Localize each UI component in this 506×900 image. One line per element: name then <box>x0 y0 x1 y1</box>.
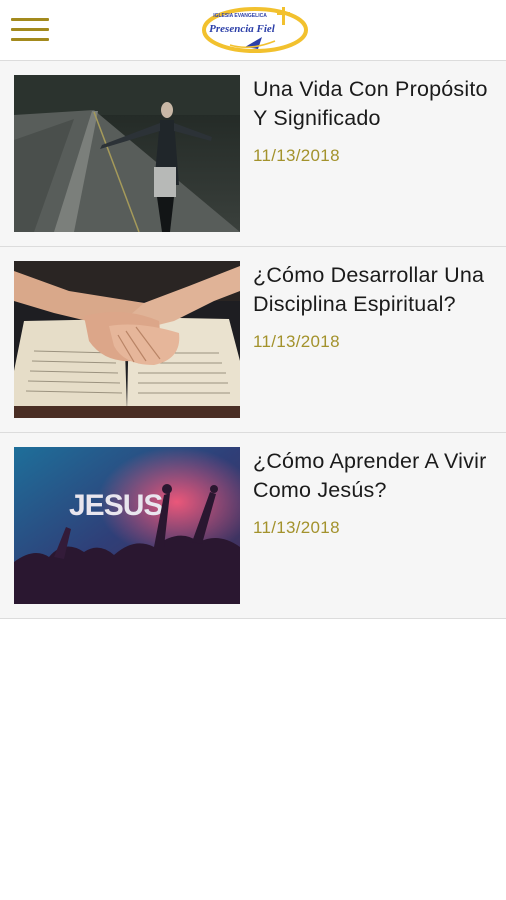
list-item[interactable]: Una Vida Con Propósito Y Significado 11/… <box>0 61 506 247</box>
post-date: 11/13/2018 <box>253 518 340 537</box>
app-bar: IGLESIA EVANGELICA Presencia Fiel <box>0 0 506 61</box>
post-date: 11/13/2018 <box>253 332 340 351</box>
post-thumbnail[interactable] <box>14 75 240 232</box>
hamburger-menu-icon[interactable] <box>11 16 49 44</box>
logo-main-text: Presencia Fiel <box>209 23 276 35</box>
post-thumbnail[interactable] <box>14 261 240 418</box>
logo-top-text: IGLESIA EVANGELICA <box>213 13 267 19</box>
list-item[interactable]: ¿Cómo Desarrollar Una Disciplina Espirit… <box>0 247 506 433</box>
post-list: Una Vida Con Propósito Y Significado 11/… <box>0 61 506 619</box>
post-thumbnail[interactable]: JESUS <box>14 447 240 604</box>
jesus-sign-text: JESUS <box>69 489 162 522</box>
list-item[interactable]: JESUS ¿Cómo Aprender A Vivir Como Jesús?… <box>0 433 506 619</box>
post-title[interactable]: ¿Cómo Aprender A Vivir Como Jesús? 11/13… <box>253 447 493 542</box>
church-logo[interactable]: IGLESIA EVANGELICA Presencia Fiel <box>200 3 310 57</box>
post-title[interactable]: Una Vida Con Propósito Y Significado 11/… <box>253 75 493 170</box>
post-title[interactable]: ¿Cómo Desarrollar Una Disciplina Espirit… <box>253 261 493 356</box>
post-date: 11/13/2018 <box>253 146 340 165</box>
